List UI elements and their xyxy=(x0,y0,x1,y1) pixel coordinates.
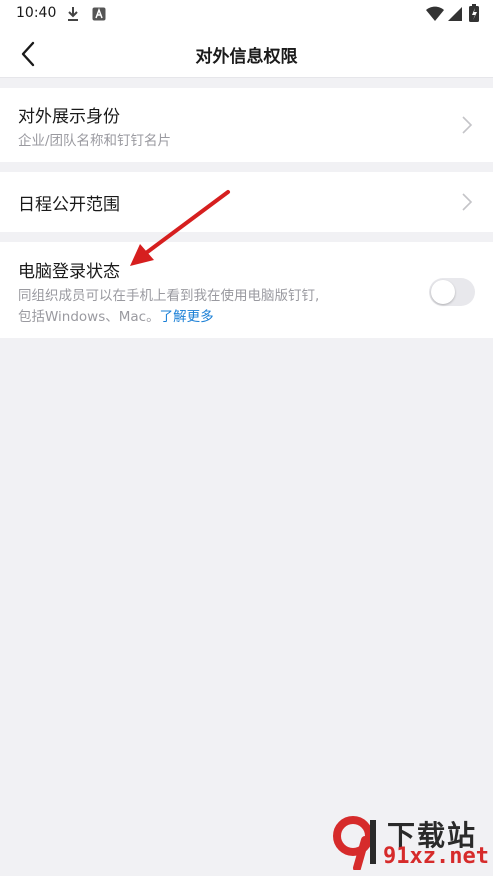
status-time: 10:40 xyxy=(16,5,57,21)
toggle-knob xyxy=(431,280,455,304)
pc-login-description-text: 包括Windows、Mac。 xyxy=(18,309,160,325)
watermark-domain: 91xz.net xyxy=(383,844,489,869)
app-bar: 对外信息权限 xyxy=(0,30,493,78)
pc-login-status-title: 电脑登录状态 xyxy=(18,262,120,282)
pc-login-description-line2: 包括Windows、Mac。了解更多 xyxy=(18,305,214,325)
page-title: 对外信息权限 xyxy=(195,47,298,67)
external-identity-item[interactable]: 对外展示身份 企业/团队名称和钉钉名片 xyxy=(0,88,493,162)
chevron-right-icon xyxy=(462,116,473,134)
battery-icon xyxy=(469,4,479,26)
pc-login-description-line1: 同组织成员可以在手机上看到我在使用电脑版钉钉, xyxy=(18,288,320,304)
annotation-arrow-icon xyxy=(130,190,230,266)
watermark: 下载站 91xz.net xyxy=(327,814,489,870)
chevron-right-icon xyxy=(462,193,473,211)
status-bar: 10:40 xyxy=(0,0,493,30)
pc-login-status-toggle[interactable] xyxy=(429,278,475,306)
download-icon xyxy=(66,6,80,26)
watermark-logo-icon xyxy=(333,816,376,870)
notification-app-icon xyxy=(92,6,106,25)
external-identity-title: 对外展示身份 xyxy=(18,107,120,127)
schedule-visibility-title: 日程公开范围 xyxy=(18,195,120,215)
schedule-visibility-item[interactable]: 日程公开范围 xyxy=(0,172,493,232)
wifi-icon xyxy=(426,6,444,26)
learn-more-link[interactable]: 了解更多 xyxy=(160,309,214,325)
external-identity-subtitle: 企业/团队名称和钉钉名片 xyxy=(18,133,172,149)
signal-icon xyxy=(447,6,463,26)
pc-login-status-item: 电脑登录状态 同组织成员可以在手机上看到我在使用电脑版钉钉, 包括Windows… xyxy=(0,242,493,338)
